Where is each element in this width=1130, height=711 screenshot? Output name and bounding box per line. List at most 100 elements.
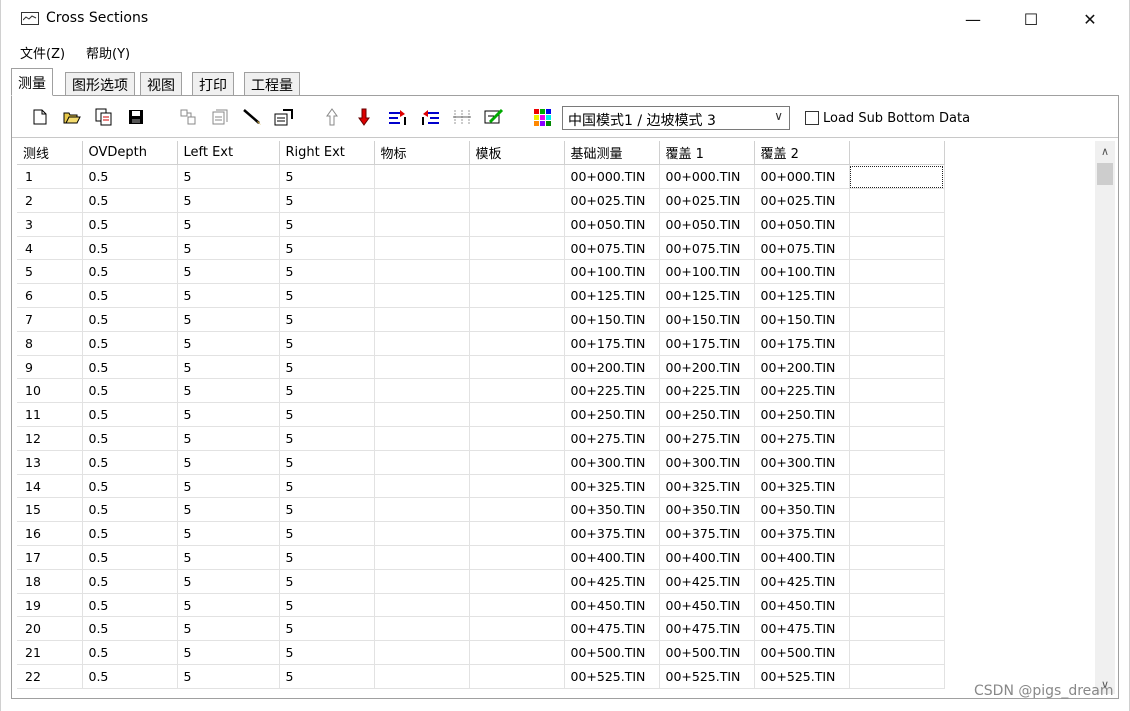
grid-cell[interactable]: 0.5 — [82, 402, 178, 428]
grid-cell[interactable]: 5 — [279, 426, 375, 451]
grid-cell[interactable]: 0.5 — [82, 426, 178, 451]
grid-cell[interactable]: 00+350.TIN — [564, 497, 660, 523]
row-number-cell[interactable]: 15 — [17, 497, 83, 523]
grid-cell[interactable]: 00+375.TIN — [754, 521, 850, 547]
grid-cell[interactable] — [849, 378, 945, 404]
grid-cell[interactable]: 0.5 — [82, 450, 178, 475]
grid-cell[interactable] — [374, 402, 470, 428]
move-down-icon[interactable] — [354, 107, 374, 127]
row-number-cell[interactable]: 21 — [17, 640, 83, 666]
grid-cell[interactable]: 5 — [177, 259, 280, 285]
minimize-button[interactable]: — — [944, 0, 1002, 38]
grid-cell[interactable]: 00+325.TIN — [564, 474, 660, 499]
template-select[interactable]: 中国模式1 / 边坡模式 3 ∨ — [562, 106, 790, 130]
grid-cell[interactable]: 5 — [177, 378, 280, 404]
grid-cell[interactable] — [374, 188, 470, 213]
grid-cell[interactable] — [849, 593, 945, 618]
grid-cell[interactable] — [469, 212, 565, 237]
grid-cell[interactable]: 00+500.TIN — [564, 640, 660, 666]
table-row[interactable]: 21 0.5 5 5 00+500.TIN 00+500.TIN 00+500.TIN — [17, 640, 945, 666]
import-icon[interactable] — [94, 107, 114, 127]
table-row[interactable]: 10 0.5 5 5 00+225.TIN 00+225.TIN 00+225.TIN — [17, 378, 945, 404]
properties-icon[interactable] — [274, 107, 294, 127]
grid-cell[interactable] — [374, 307, 470, 332]
grid-cell[interactable]: 5 — [279, 450, 375, 475]
menu-help[interactable]: 帮助(Y) — [86, 43, 130, 62]
grid-cell[interactable]: 5 — [279, 236, 375, 261]
grid-cell[interactable]: 00+125.TIN — [754, 283, 850, 309]
close-button[interactable]: ✕ — [1061, 0, 1119, 38]
grid-cell[interactable]: 5 — [279, 664, 375, 689]
row-number-cell[interactable]: 19 — [17, 593, 83, 618]
grid-cell[interactable]: 00+025.TIN — [564, 188, 660, 213]
grid-cell[interactable] — [469, 236, 565, 261]
grid-cell[interactable]: 5 — [279, 307, 375, 332]
load-sub-bottom-label[interactable]: Load Sub Bottom Data — [823, 111, 970, 126]
grid-cell[interactable] — [469, 545, 565, 570]
table-row[interactable]: 1 0.5 5 5 00+000.TIN 00+000.TIN 00+000.TIN — [17, 164, 945, 190]
grid-cell[interactable]: 5 — [279, 545, 375, 570]
grid-cell[interactable]: 00+025.TIN — [659, 188, 755, 213]
grid-cell[interactable]: 00+325.TIN — [659, 474, 755, 499]
table-row[interactable]: 13 0.5 5 5 00+300.TIN 00+300.TIN 00+300.TIN — [17, 450, 945, 475]
grid-cell[interactable]: 5 — [279, 474, 375, 499]
grid-cell[interactable]: 00+200.TIN — [659, 355, 755, 380]
grid-cell[interactable]: 00+050.TIN — [564, 212, 660, 237]
grid-cell[interactable]: 5 — [177, 236, 280, 261]
table-row[interactable]: 6 0.5 5 5 00+125.TIN 00+125.TIN 00+125.TIN — [17, 283, 945, 309]
grid-cell[interactable] — [374, 164, 470, 190]
grid-cell[interactable] — [469, 569, 565, 594]
table-row[interactable]: 20 0.5 5 5 00+475.TIN 00+475.TIN 00+475.TIN — [17, 616, 945, 642]
grid-cell[interactable]: 00+125.TIN — [659, 283, 755, 309]
table-row[interactable]: 16 0.5 5 5 00+375.TIN 00+375.TIN 00+375.TIN — [17, 521, 945, 547]
grid-cell[interactable] — [374, 664, 470, 689]
grid-cell[interactable]: 5 — [279, 212, 375, 237]
row-number-cell[interactable]: 10 — [17, 378, 83, 404]
grid-cell[interactable]: 00+000.TIN — [754, 164, 850, 190]
grid-cell[interactable] — [849, 569, 945, 594]
grid-cell[interactable]: 00+350.TIN — [754, 497, 850, 523]
table-row[interactable]: 4 0.5 5 5 00+075.TIN 00+075.TIN 00+075.TIN — [17, 236, 945, 261]
grid-cell[interactable]: 0.5 — [82, 545, 178, 570]
tool2-icon[interactable] — [210, 107, 230, 127]
grid-cell[interactable] — [469, 616, 565, 642]
grid-cell[interactable]: 00+450.TIN — [754, 593, 850, 618]
table-row[interactable]: 11 0.5 5 5 00+250.TIN 00+250.TIN 00+250.TIN — [17, 402, 945, 428]
column-header[interactable]: 物标 — [374, 141, 470, 166]
grid-cell[interactable]: 5 — [279, 593, 375, 618]
grid-cell[interactable]: 00+150.TIN — [754, 307, 850, 332]
grid-cell[interactable]: 0.5 — [82, 664, 178, 689]
grid-cell[interactable]: 00+150.TIN — [564, 307, 660, 332]
column-header[interactable]: 覆盖 1 — [659, 141, 755, 166]
row-number-cell[interactable]: 9 — [17, 355, 83, 380]
grid-cell[interactable]: 00+250.TIN — [564, 402, 660, 428]
grid-cell[interactable] — [374, 283, 470, 309]
grid-cell[interactable]: 00+250.TIN — [659, 402, 755, 428]
grid-cell[interactable] — [849, 426, 945, 451]
scroll-up-icon[interactable]: ∧ — [1095, 141, 1115, 161]
grid-cell[interactable]: 00+225.TIN — [659, 378, 755, 404]
row-number-cell[interactable]: 14 — [17, 474, 83, 499]
grid-cell[interactable]: 00+175.TIN — [659, 331, 755, 356]
row-number-cell[interactable]: 16 — [17, 521, 83, 547]
row-number-cell[interactable]: 22 — [17, 664, 83, 689]
grid-cell[interactable]: 5 — [279, 188, 375, 213]
grid-cell[interactable]: 5 — [279, 378, 375, 404]
grid-cell[interactable] — [849, 640, 945, 666]
grid-cell[interactable]: 00+500.TIN — [659, 640, 755, 666]
grid-cell[interactable] — [469, 593, 565, 618]
grid-cell[interactable]: 0.5 — [82, 164, 178, 190]
grid-cell[interactable]: 0.5 — [82, 474, 178, 499]
grid-cell[interactable]: 00+350.TIN — [659, 497, 755, 523]
grid-cell[interactable]: 5 — [177, 283, 280, 309]
grid-cell[interactable]: 5 — [177, 355, 280, 380]
pencil-icon[interactable] — [242, 107, 262, 127]
grid-cell[interactable] — [849, 307, 945, 332]
grid-cell[interactable] — [374, 236, 470, 261]
table-row[interactable]: 17 0.5 5 5 00+400.TIN 00+400.TIN 00+400.TIN — [17, 545, 945, 570]
grid-cell[interactable] — [469, 402, 565, 428]
grid-cell[interactable]: 00+375.TIN — [659, 521, 755, 547]
row-number-cell[interactable]: 20 — [17, 616, 83, 642]
grid-cell[interactable]: 0.5 — [82, 378, 178, 404]
grid-cell[interactable]: 00+175.TIN — [564, 331, 660, 356]
